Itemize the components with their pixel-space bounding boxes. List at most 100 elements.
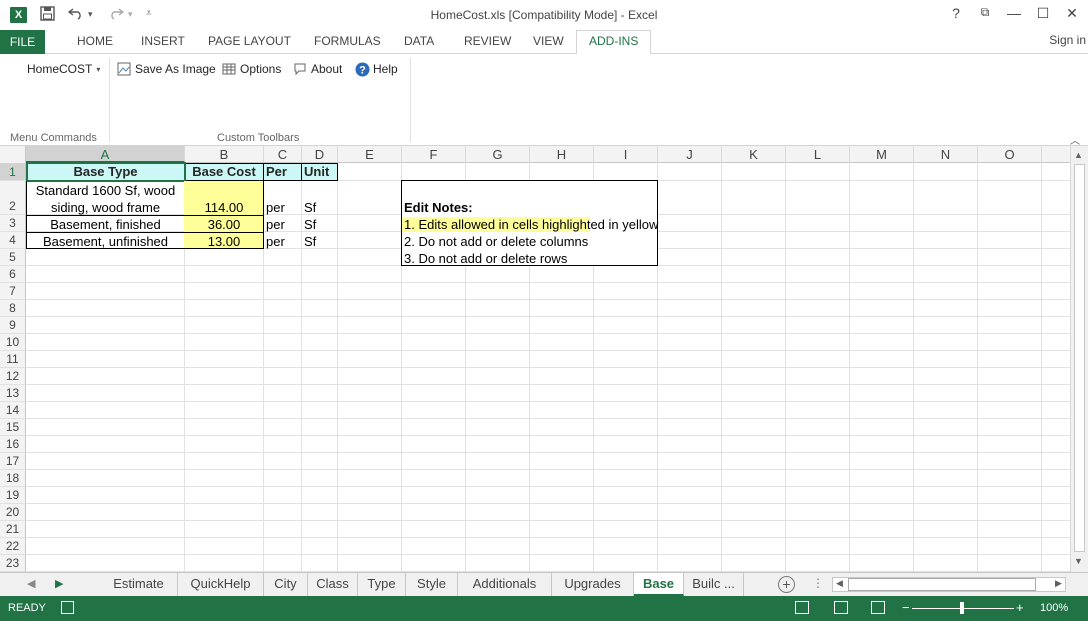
sheet-tab-city[interactable]: City bbox=[264, 573, 308, 596]
column-header-d[interactable]: D bbox=[302, 146, 338, 163]
vertical-scrollbar[interactable]: ▲ ▼ bbox=[1070, 146, 1088, 572]
cell-c4-per[interactable]: per bbox=[266, 233, 285, 250]
more-options-icon[interactable]: ⋮ bbox=[812, 576, 824, 590]
row-header-1[interactable]: 1 bbox=[0, 163, 26, 181]
row-header-10[interactable]: 10 bbox=[0, 334, 26, 351]
cell-b4-cost[interactable]: 13.00 bbox=[184, 233, 264, 250]
cell-b1-base-cost[interactable]: Base Cost bbox=[184, 163, 264, 181]
column-header-a[interactable]: A bbox=[26, 146, 185, 163]
help-button[interactable]: ? Help bbox=[355, 61, 398, 77]
scroll-left-icon[interactable]: ◀ bbox=[836, 578, 843, 589]
cell-a3[interactable]: Basement, finished bbox=[26, 216, 185, 233]
row-header-6[interactable]: 6 bbox=[0, 266, 26, 283]
row-header-15[interactable]: 15 bbox=[0, 419, 26, 436]
row-header-7[interactable]: 7 bbox=[0, 283, 26, 300]
zoom-in-button[interactable]: + bbox=[1016, 600, 1024, 615]
column-header-e[interactable]: E bbox=[338, 146, 402, 163]
cell-c3-per[interactable]: per bbox=[266, 216, 285, 233]
vertical-scroll-thumb[interactable] bbox=[1074, 164, 1085, 552]
column-header-g[interactable]: G bbox=[466, 146, 530, 163]
cell-c1-per[interactable]: Per bbox=[263, 163, 302, 181]
row-header-17[interactable]: 17 bbox=[0, 453, 26, 470]
options-button[interactable]: Options bbox=[222, 61, 281, 77]
edit-note-3[interactable]: 3. Do not add or delete rows bbox=[404, 250, 567, 267]
row-header-4[interactable]: 4 bbox=[0, 232, 26, 249]
sheet-tab-upgrades[interactable]: Upgrades bbox=[552, 573, 634, 596]
column-header-o[interactable]: O bbox=[978, 146, 1042, 163]
collapse-ribbon-icon[interactable]: ︿ bbox=[1070, 132, 1080, 147]
row-header-14[interactable]: 14 bbox=[0, 402, 26, 419]
column-header-k[interactable]: K bbox=[722, 146, 786, 163]
maximize-button[interactable]: ☐ bbox=[1032, 5, 1054, 22]
column-header-n[interactable]: N bbox=[914, 146, 978, 163]
sheet-tab-base[interactable]: Base bbox=[634, 573, 684, 596]
new-sheet-icon[interactable]: + bbox=[778, 576, 795, 593]
column-header-j[interactable]: J bbox=[658, 146, 722, 163]
cell-a4[interactable]: Basement, unfinished bbox=[26, 233, 185, 250]
column-header-f[interactable]: F bbox=[402, 146, 466, 163]
column-header-c[interactable]: C bbox=[264, 146, 302, 163]
cell-d2-unit[interactable]: Sf bbox=[304, 199, 316, 216]
tab-file[interactable]: FILE bbox=[0, 30, 45, 54]
cell-a2-line2[interactable]: siding, wood frame bbox=[26, 199, 185, 216]
close-button[interactable]: ✕ bbox=[1061, 5, 1083, 22]
edit-notes-title[interactable]: Edit Notes: bbox=[404, 199, 473, 216]
zoom-out-button[interactable]: − bbox=[902, 600, 910, 615]
macro-recording-icon[interactable] bbox=[61, 601, 74, 614]
sheet-tab-type[interactable]: Type bbox=[358, 573, 406, 596]
scroll-down-icon[interactable]: ▼ bbox=[1074, 556, 1083, 566]
sheet-tab-quickhelp[interactable]: QuickHelp bbox=[178, 573, 264, 596]
normal-view-icon[interactable] bbox=[795, 601, 809, 614]
horizontal-scroll-thumb[interactable] bbox=[848, 578, 1036, 591]
edit-note-1[interactable]: 1. Edits allowed in cells highlighted in… bbox=[402, 216, 658, 233]
sheet-tab-style[interactable]: Style bbox=[406, 573, 458, 596]
row-header-20[interactable]: 20 bbox=[0, 504, 26, 521]
sign-in-link[interactable]: Sign in bbox=[1049, 33, 1086, 47]
scroll-up-icon[interactable]: ▲ bbox=[1074, 150, 1083, 160]
row-header-12[interactable]: 12 bbox=[0, 368, 26, 385]
tab-review[interactable]: REVIEW bbox=[464, 34, 511, 48]
cell-d3-unit[interactable]: Sf bbox=[304, 216, 316, 233]
row-header-22[interactable]: 22 bbox=[0, 538, 26, 555]
row-header-13[interactable]: 13 bbox=[0, 385, 26, 402]
sheet-tab-estimate[interactable]: Estimate bbox=[100, 573, 178, 596]
row-header-3[interactable]: 3 bbox=[0, 215, 26, 232]
page-break-view-icon[interactable] bbox=[871, 601, 885, 614]
cell-b3-cost[interactable]: 36.00 bbox=[184, 216, 264, 233]
column-header-m[interactable]: M bbox=[850, 146, 914, 163]
column-header-i[interactable]: I bbox=[594, 146, 658, 163]
minimize-button[interactable]: — bbox=[1003, 5, 1025, 21]
sheet-tab-class[interactable]: Class bbox=[308, 573, 358, 596]
edit-note-2[interactable]: 2. Do not add or delete columns bbox=[404, 233, 588, 250]
row-header-2[interactable]: 2 bbox=[0, 181, 26, 215]
tab-formulas[interactable]: FORMULAS bbox=[314, 34, 381, 48]
cell-d1-unit[interactable]: Unit bbox=[301, 163, 338, 181]
sheet-next-icon[interactable]: ▶ bbox=[55, 577, 63, 590]
tab-page-layout[interactable]: PAGE LAYOUT bbox=[208, 34, 291, 48]
ribbon-display-options-icon[interactable]: ⧉ bbox=[974, 5, 996, 20]
help-icon[interactable]: ? bbox=[945, 5, 967, 21]
row-header-16[interactable]: 16 bbox=[0, 436, 26, 453]
scroll-right-icon[interactable]: ▶ bbox=[1055, 578, 1062, 589]
row-header-11[interactable]: 11 bbox=[0, 351, 26, 368]
row-header-23[interactable]: 23 bbox=[0, 555, 26, 572]
cell-b2-cost[interactable]: 114.00 bbox=[184, 199, 264, 216]
cell-a2-line1[interactable]: Standard 1600 Sf, wood bbox=[26, 182, 185, 199]
row-header-5[interactable]: 5 bbox=[0, 249, 26, 266]
select-all-corner[interactable] bbox=[0, 146, 26, 163]
zoom-level[interactable]: 100% bbox=[1040, 602, 1068, 614]
tab-insert[interactable]: INSERT bbox=[141, 34, 185, 48]
column-header-h[interactable]: H bbox=[530, 146, 594, 163]
spreadsheet-grid[interactable]: ABCDEFGHIJKLMNO 1 2 3 4 5 6 7 8 9 10 11 12 13 14 15 16 1… bbox=[0, 146, 1070, 572]
tab-home[interactable]: HOME bbox=[77, 34, 113, 48]
cell-d4-unit[interactable]: Sf bbox=[304, 233, 316, 250]
tab-add-ins[interactable]: ADD-INS bbox=[576, 30, 652, 55]
page-layout-view-icon[interactable] bbox=[834, 601, 848, 614]
column-header-l[interactable]: L bbox=[786, 146, 850, 163]
row-header-19[interactable]: 19 bbox=[0, 487, 26, 504]
row-header-8[interactable]: 8 bbox=[0, 300, 26, 317]
homecost-menu-button[interactable]: HomeCOST ▾ bbox=[27, 61, 100, 77]
row-header-21[interactable]: 21 bbox=[0, 521, 26, 538]
tab-view[interactable]: VIEW bbox=[533, 34, 564, 48]
sheet-tab-builc[interactable]: Builc ... bbox=[684, 573, 744, 596]
